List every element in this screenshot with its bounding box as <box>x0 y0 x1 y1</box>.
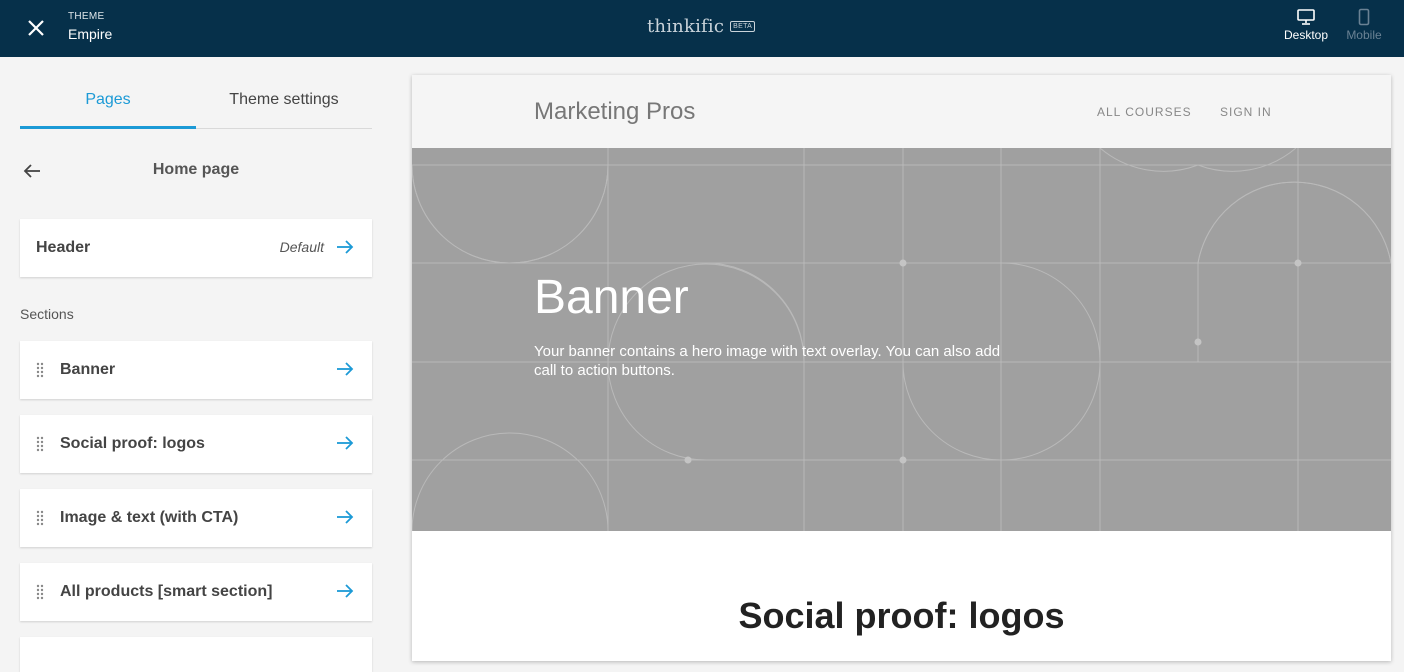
sections-label: Sections <box>20 306 74 322</box>
desktop-label: Desktop <box>1283 28 1329 42</box>
desktop-view-button[interactable]: Desktop <box>1280 8 1332 42</box>
sidebar-tabs: Pages Theme settings <box>20 79 372 129</box>
arrow-right-icon <box>336 509 354 530</box>
arrow-right-icon <box>336 239 354 260</box>
drag-handle-icon[interactable] <box>36 436 44 457</box>
top-bar: THEME Empire thinkific BETA Desktop Mobi… <box>0 0 1404 57</box>
beta-badge: BETA <box>730 21 756 32</box>
tab-theme-settings[interactable]: Theme settings <box>196 79 372 128</box>
mobile-icon <box>1358 8 1370 26</box>
arrow-right-icon <box>336 361 354 382</box>
section-card-label: All products [smart section] <box>60 583 273 600</box>
page-heading: Home page <box>20 157 372 185</box>
section-card-label: Social proof: logos <box>60 435 205 452</box>
section-card-image-text[interactable]: Image & text (with CTA) <box>20 489 372 547</box>
brand-name: thinkific <box>647 16 725 37</box>
arrow-right-icon <box>336 435 354 456</box>
social-proof-title: Social proof: logos <box>738 595 1065 636</box>
section-card-partial[interactable] <box>20 637 372 672</box>
section-card-all-products[interactable]: All products [smart section] <box>20 563 372 621</box>
drag-handle-icon[interactable] <box>36 362 44 383</box>
sidebar: Pages Theme settings Home page Header De… <box>0 57 392 672</box>
desktop-icon <box>1297 9 1315 25</box>
page-title: Home page <box>152 161 240 178</box>
page-preview: Marketing Pros ALL COURSES SIGN IN Banne… <box>412 75 1391 661</box>
banner-title: Banner <box>534 271 689 324</box>
section-card-social-proof[interactable]: Social proof: logos <box>20 415 372 473</box>
theme-name: Empire <box>68 26 113 42</box>
section-card-label: Banner <box>60 361 116 378</box>
close-icon[interactable] <box>22 14 50 42</box>
site-header: Marketing Pros ALL COURSES SIGN IN <box>412 75 1391 148</box>
banner-section[interactable]: Banner Your banner contains a hero image… <box>412 148 1391 531</box>
section-card-label: Image & text (with CTA) <box>60 509 239 526</box>
header-card-label: Header <box>36 239 91 256</box>
site-title[interactable]: Marketing Pros <box>534 98 695 126</box>
brand-logo: thinkific BETA <box>647 16 756 37</box>
mobile-label: Mobile <box>1346 28 1382 42</box>
drag-handle-icon[interactable] <box>36 584 44 605</box>
header-card[interactable]: Header Default <box>20 219 372 277</box>
header-card-status: Default <box>279 239 324 255</box>
back-arrow-icon[interactable] <box>22 161 42 186</box>
banner-description: Your banner contains a hero image with t… <box>534 343 1001 379</box>
theme-label: THEME <box>68 11 105 22</box>
mobile-view-button[interactable]: Mobile <box>1340 8 1388 42</box>
tab-pages[interactable]: Pages <box>20 79 196 129</box>
nav-sign-in[interactable]: SIGN IN <box>1220 105 1272 119</box>
nav-all-courses[interactable]: ALL COURSES <box>1097 105 1192 119</box>
banner-pattern <box>412 148 1391 531</box>
drag-handle-icon[interactable] <box>36 510 44 531</box>
theme-info: THEME Empire <box>68 11 112 42</box>
arrow-right-icon <box>336 583 354 604</box>
section-card-banner[interactable]: Banner <box>20 341 372 399</box>
